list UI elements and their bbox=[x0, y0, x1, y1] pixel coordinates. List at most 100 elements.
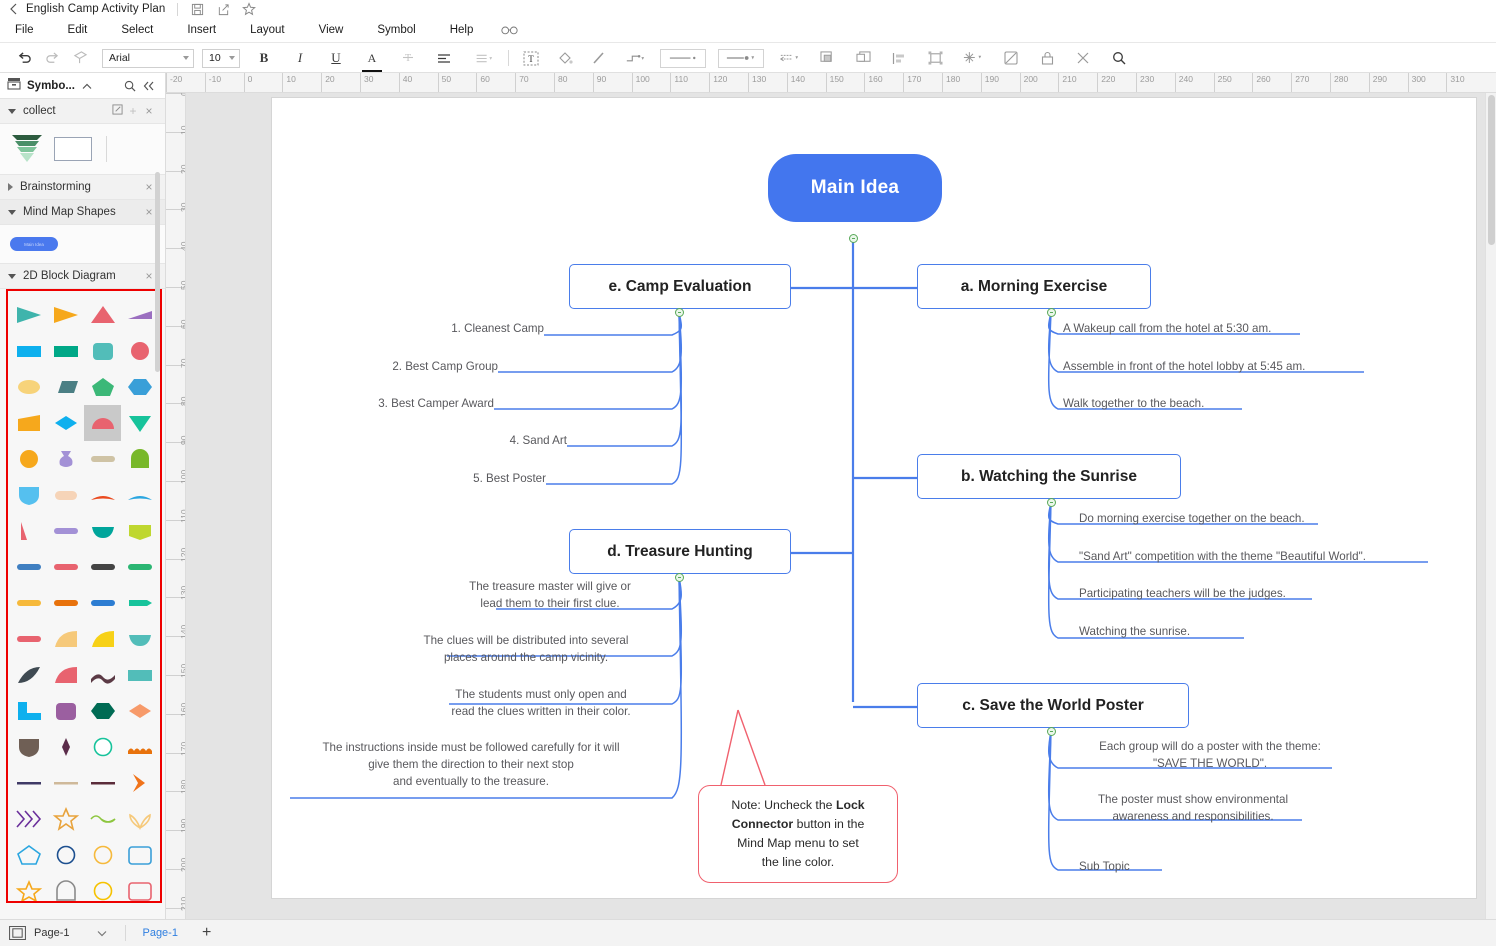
shape-palette-item[interactable] bbox=[10, 333, 47, 369]
menu-edit[interactable]: Edit bbox=[62, 18, 94, 43]
note-callout[interactable]: Note: Uncheck the Lock Connector button … bbox=[698, 785, 898, 883]
page-tab-page-1[interactable]: Page-1 bbox=[142, 927, 177, 939]
font-color-icon[interactable]: A bbox=[361, 47, 383, 72]
sidebar-section-2d-block-diagram[interactable]: 2D Block Diagram × bbox=[0, 264, 165, 289]
mindmap-leaf[interactable]: The students must only open and read the … bbox=[418, 686, 664, 720]
line-color-icon[interactable] bbox=[588, 47, 610, 69]
shape-palette-item[interactable] bbox=[47, 873, 84, 901]
shape-palette-item[interactable] bbox=[121, 513, 158, 549]
shape-palette-item[interactable] bbox=[47, 513, 84, 549]
shape-palette-item[interactable] bbox=[10, 873, 47, 901]
shape-palette-item[interactable] bbox=[47, 477, 84, 513]
mindmap-leaf[interactable]: Do morning exercise together on the beac… bbox=[1079, 510, 1409, 527]
mindmap-node-d[interactable]: d. Treasure Hunting bbox=[569, 529, 791, 574]
shape-palette-item[interactable] bbox=[121, 585, 158, 621]
page-selector-label[interactable]: Page-1 bbox=[34, 927, 69, 939]
lock-icon[interactable] bbox=[1036, 47, 1058, 69]
close-icon[interactable]: × bbox=[141, 104, 157, 118]
shape-palette-item[interactable] bbox=[47, 729, 84, 765]
save-icon[interactable] bbox=[184, 0, 210, 18]
shape-palette-item[interactable] bbox=[47, 549, 84, 585]
shape-palette-item[interactable] bbox=[121, 369, 158, 405]
menu-layout[interactable]: Layout bbox=[244, 18, 291, 43]
edit-icon[interactable] bbox=[109, 104, 125, 118]
mindmap-leaf[interactable]: 1. Cleanest Camp bbox=[384, 320, 544, 337]
mindmap-leaf[interactable]: 3. Best Camper Award bbox=[334, 395, 494, 412]
shape-palette-item[interactable] bbox=[84, 297, 121, 333]
shape-palette-item[interactable] bbox=[84, 477, 121, 513]
shape-palette-item[interactable] bbox=[84, 765, 121, 801]
line-weight-dropdown[interactable] bbox=[660, 48, 706, 68]
add-page-button[interactable]: + bbox=[202, 925, 211, 941]
collapse-handle-a[interactable] bbox=[1047, 308, 1056, 317]
mindmap-node-c[interactable]: c. Save the World Poster bbox=[917, 683, 1189, 728]
shape-palette-item[interactable] bbox=[10, 405, 47, 441]
font-family-select[interactable]: Arial bbox=[102, 48, 194, 68]
vertical-ruler[interactable]: 0102030405060708090100110120130140150160… bbox=[166, 93, 186, 929]
menu-insert[interactable]: Insert bbox=[181, 18, 222, 43]
mindmap-leaf[interactable]: The instructions inside must be followed… bbox=[278, 739, 664, 790]
shape-palette-item[interactable] bbox=[121, 441, 158, 477]
bold-icon[interactable]: B bbox=[253, 47, 275, 69]
back-button[interactable] bbox=[0, 0, 26, 18]
shape-palette-item[interactable] bbox=[84, 549, 121, 585]
canvas-area[interactable]: Main Idea e. Camp Evaluation 1. Cleanest… bbox=[186, 93, 1496, 929]
group-icon[interactable] bbox=[924, 47, 946, 69]
shape-palette-item[interactable] bbox=[121, 405, 158, 441]
funnel-shape-thumb[interactable] bbox=[10, 132, 44, 166]
shape-palette-item[interactable] bbox=[121, 477, 158, 513]
collapse-handle-b[interactable] bbox=[1047, 498, 1056, 507]
mindmap-node-a[interactable]: a. Morning Exercise bbox=[917, 264, 1151, 309]
mindmap-root-node[interactable]: Main Idea bbox=[768, 154, 942, 222]
shape-palette-item[interactable] bbox=[84, 693, 121, 729]
collapse-handle-c[interactable] bbox=[1047, 727, 1056, 736]
mindmap-leaf[interactable]: Watching the sunrise. bbox=[1079, 623, 1379, 640]
shape-palette-item[interactable] bbox=[10, 621, 47, 657]
shape-palette-item[interactable] bbox=[10, 837, 47, 873]
canvas-vertical-scrollbar[interactable] bbox=[1485, 93, 1496, 929]
line-spacing-icon[interactable] bbox=[469, 47, 497, 69]
collapse-handle-root[interactable] bbox=[849, 234, 858, 243]
mindmap-leaf[interactable]: The poster must show environmental awaren… bbox=[1079, 791, 1307, 825]
shape-palette-item[interactable] bbox=[84, 369, 121, 405]
shape-palette-item[interactable] bbox=[47, 369, 84, 405]
shape-palette-item[interactable] bbox=[47, 801, 84, 837]
mindmap-leaf[interactable]: "Sand Art" competition with the theme "B… bbox=[1079, 548, 1459, 565]
horizontal-ruler[interactable]: -20 -10 0 10 20 30 40 50 60 70 80 90 100 110 120 130 140… bbox=[166, 73, 1496, 93]
collapse-chevron-icon[interactable] bbox=[82, 77, 92, 95]
star-icon[interactable] bbox=[236, 0, 262, 18]
mindmap-node-b[interactable]: b. Watching the Sunrise bbox=[917, 454, 1181, 499]
shape-palette-item[interactable] bbox=[121, 837, 158, 873]
mindmap-leaf[interactable]: Each group will do a poster with the the… bbox=[1079, 738, 1341, 772]
align-left-icon[interactable] bbox=[433, 47, 455, 69]
shape-palette-item[interactable] bbox=[10, 477, 47, 513]
search-icon[interactable] bbox=[1108, 47, 1130, 69]
mindmap-leaf[interactable]: A Wakeup call from the hotel at 5:30 am. bbox=[1063, 320, 1383, 337]
tools-icon[interactable] bbox=[1072, 47, 1094, 69]
menu-view[interactable]: View bbox=[313, 18, 350, 43]
shape-palette-item[interactable] bbox=[10, 657, 47, 693]
arrow-style-dropdown[interactable] bbox=[718, 48, 764, 68]
shape-palette-item[interactable] bbox=[84, 801, 121, 837]
mindmap-leaf[interactable]: Walk together to the beach. bbox=[1063, 395, 1363, 412]
shape-palette-item[interactable] bbox=[84, 333, 121, 369]
shape-palette-item[interactable] bbox=[47, 765, 84, 801]
sidebar-section-collect[interactable]: collect + × bbox=[0, 99, 165, 124]
mindmap-leaf[interactable]: Participating teachers will be the judge… bbox=[1079, 585, 1409, 602]
fill-color-icon[interactable] bbox=[554, 47, 576, 69]
shape-palette-item[interactable] bbox=[84, 873, 121, 901]
shape-palette-item[interactable] bbox=[121, 729, 158, 765]
shape-palette-item[interactable] bbox=[121, 333, 158, 369]
shape-palette-item[interactable] bbox=[121, 765, 158, 801]
no-fill-icon[interactable] bbox=[1000, 47, 1022, 69]
collapse-handle-d[interactable] bbox=[675, 573, 684, 582]
document-page[interactable]: Main Idea e. Camp Evaluation 1. Cleanest… bbox=[272, 98, 1476, 898]
align-objects-icon[interactable] bbox=[888, 47, 910, 69]
effects-icon[interactable] bbox=[960, 47, 986, 69]
shape-palette-item[interactable] bbox=[121, 621, 158, 657]
shape-palette-item[interactable] bbox=[10, 801, 47, 837]
shape-palette-item[interactable] bbox=[10, 513, 47, 549]
shape-palette-item[interactable] bbox=[121, 873, 158, 901]
shape-palette-item[interactable] bbox=[10, 693, 47, 729]
shape-palette-item[interactable] bbox=[121, 693, 158, 729]
